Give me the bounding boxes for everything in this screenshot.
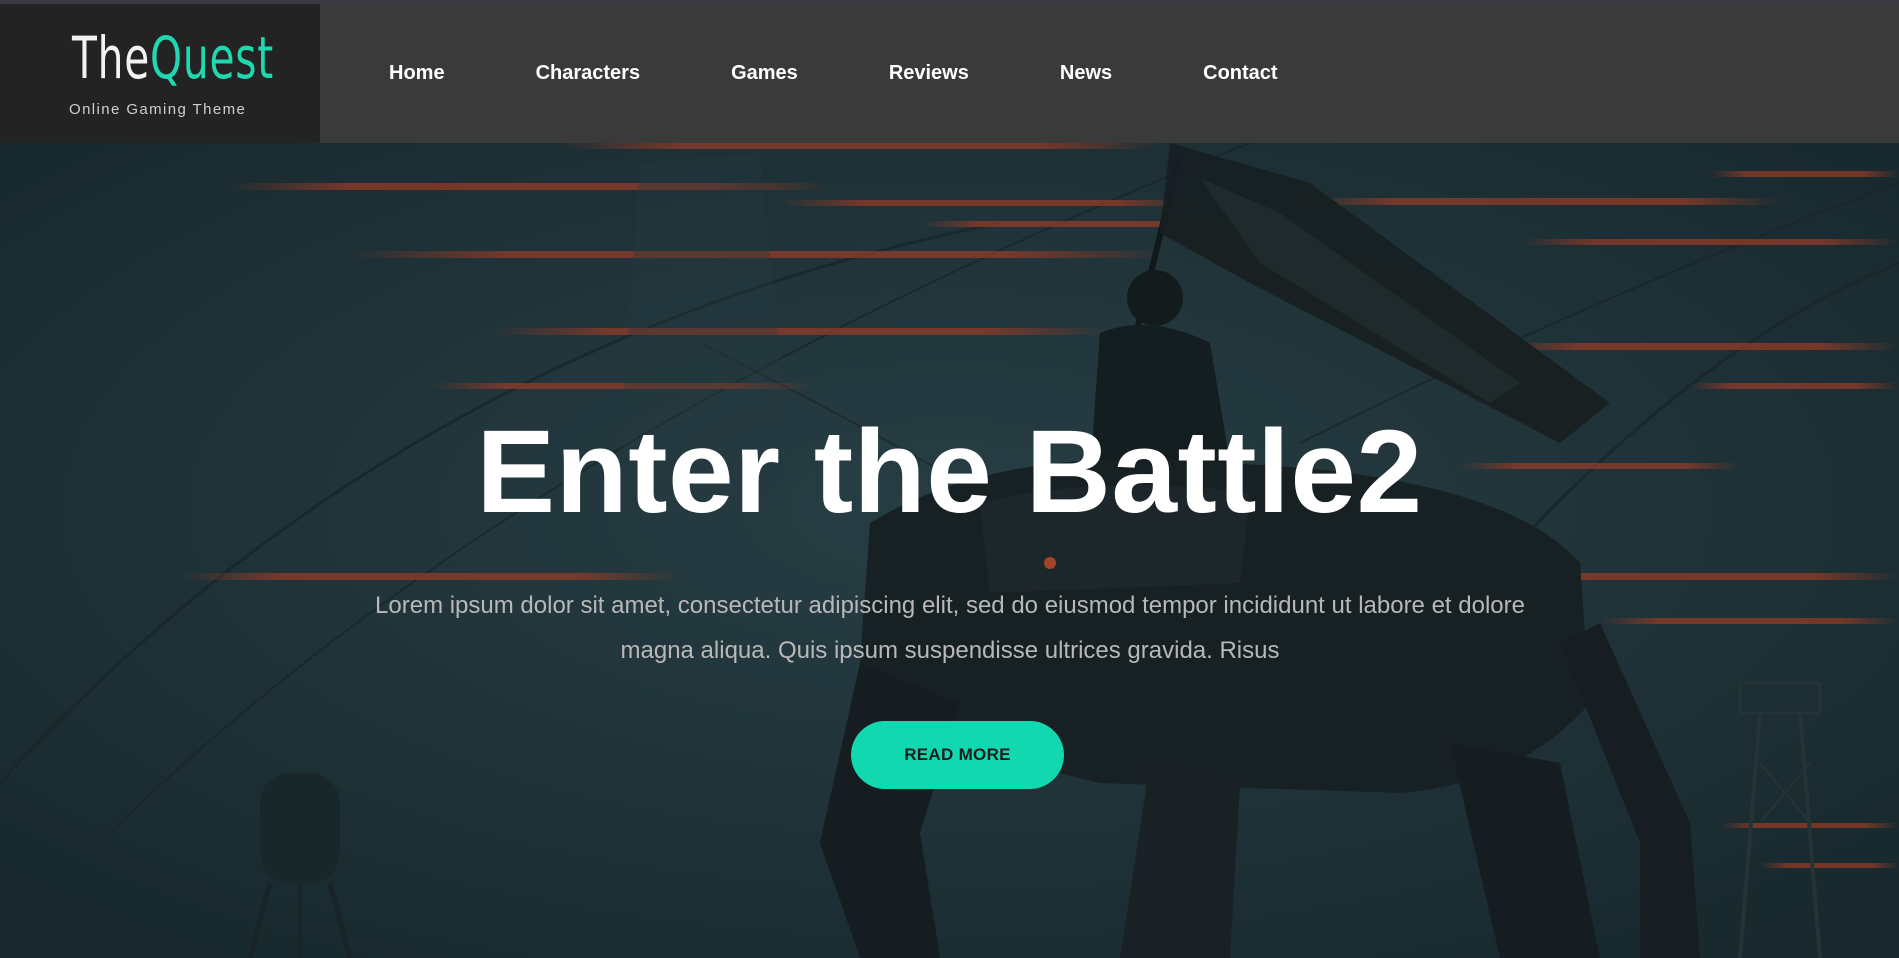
logo-title-the: The xyxy=(72,24,151,92)
read-more-button[interactable]: READ MORE xyxy=(851,721,1064,789)
site-header: TheQuest Online Gaming Theme Home Charac… xyxy=(0,4,1899,143)
hero-description: Lorem ipsum dolor sit amet, consectetur … xyxy=(375,592,1525,664)
nav-games[interactable]: Games xyxy=(731,62,798,85)
hero-overlay xyxy=(0,143,1899,958)
nav-news[interactable]: News xyxy=(1060,62,1112,85)
nav-home[interactable]: Home xyxy=(389,62,445,85)
nav-contact[interactable]: Contact xyxy=(1203,62,1277,85)
logo-title-quest: Quest xyxy=(150,24,274,92)
nav-characters[interactable]: Characters xyxy=(536,62,641,85)
logo-tagline: Online Gaming Theme xyxy=(69,101,247,118)
logo[interactable]: TheQuest Online Gaming Theme xyxy=(0,4,320,143)
logo-title: TheQuest xyxy=(72,26,274,90)
hero-title: Enter the Battle2 xyxy=(476,406,1423,538)
nav-reviews[interactable]: Reviews xyxy=(889,62,969,85)
main-menu: Home Characters Games Reviews News Conta… xyxy=(389,4,1278,143)
hero-section: Enter the Battle2 Lorem ipsum dolor sit … xyxy=(0,143,1899,958)
page: TheQuest Online Gaming Theme Home Charac… xyxy=(0,0,1899,958)
